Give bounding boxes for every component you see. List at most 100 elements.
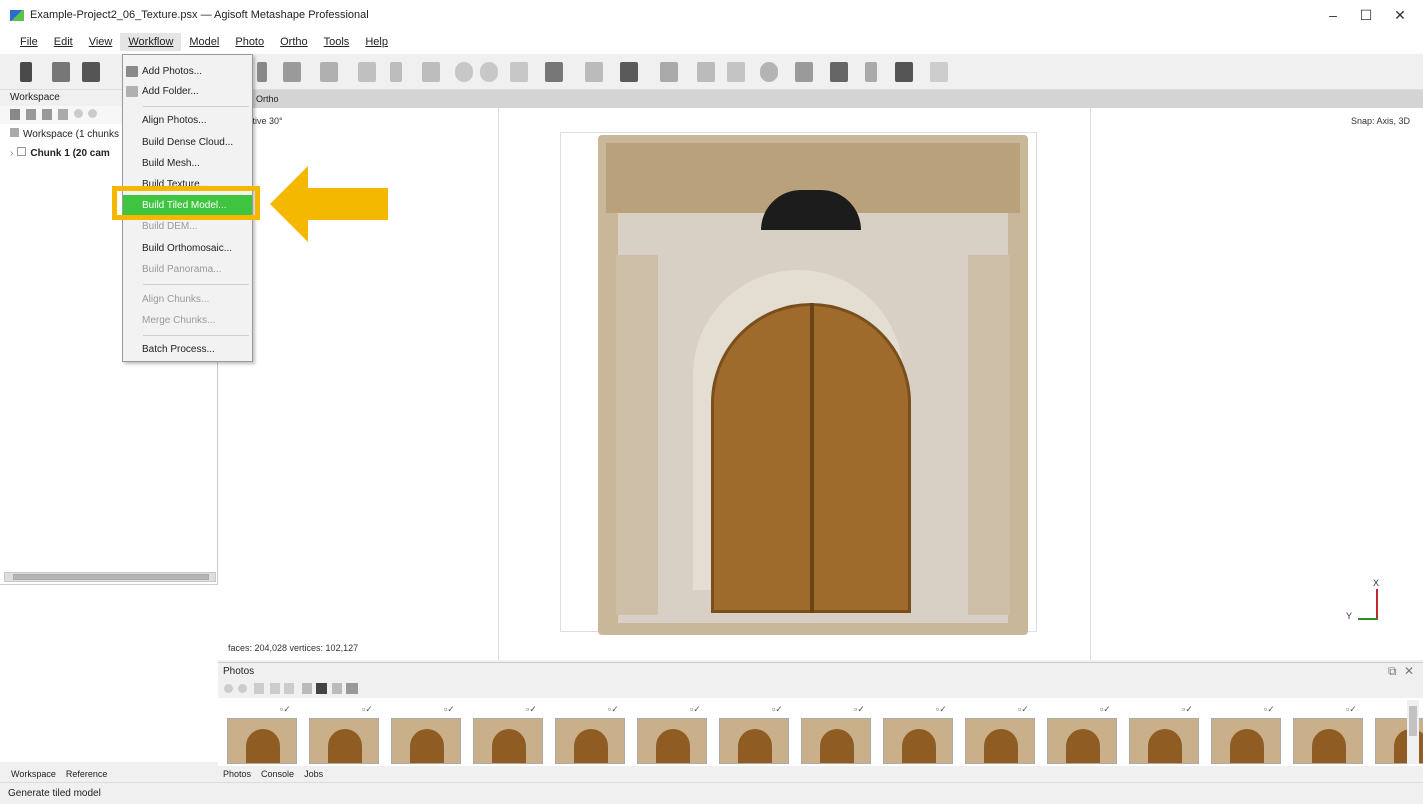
menu-item-build-orthomosaic[interactable]: Build Orthomosaic... xyxy=(123,238,252,259)
menu-tools[interactable]: Tools xyxy=(316,33,358,51)
photo-thumbnail[interactable] xyxy=(309,718,379,764)
menu-item-build-mesh[interactable]: Build Mesh... xyxy=(123,153,252,174)
photo-thumbnail[interactable] xyxy=(227,718,297,764)
model-view[interactable]: ctive 30° Snap: Axis, 3D faces: 204,028 … xyxy=(218,108,1423,660)
add-scalebar-icon[interactable] xyxy=(58,109,68,120)
enable-icon[interactable] xyxy=(74,109,83,118)
menu-item-add-photos[interactable]: Add Photos... xyxy=(123,61,252,82)
menu-photo[interactable]: Photo xyxy=(227,33,272,51)
photo-thumbnail[interactable] xyxy=(883,718,953,764)
move-region-icon[interactable] xyxy=(510,62,528,82)
model-view-icon[interactable] xyxy=(257,62,267,82)
show-cameras-icon[interactable] xyxy=(795,62,813,82)
photo-thumbnail[interactable] xyxy=(1047,718,1117,764)
zoom-out-icon[interactable] xyxy=(480,62,498,82)
disable-camera-icon[interactable] xyxy=(238,684,247,693)
right-pillar xyxy=(968,255,1010,615)
menu-ortho[interactable]: Ortho xyxy=(272,33,316,51)
rotate-left-icon[interactable] xyxy=(270,683,280,694)
aligned-check-icon: ▫✓ xyxy=(854,704,865,714)
photo-thumbnail[interactable] xyxy=(637,718,707,764)
menu-edit[interactable]: Edit xyxy=(46,33,81,51)
zoom-in-icon[interactable] xyxy=(455,62,473,82)
tab-reference[interactable]: Reference xyxy=(61,769,113,779)
menu-item-add-folder[interactable]: Add Folder... xyxy=(123,81,252,102)
textured-model-icon[interactable] xyxy=(727,62,745,82)
expand-arrow-icon[interactable]: › xyxy=(10,148,13,159)
filter-cameras-icon[interactable] xyxy=(302,683,312,694)
save-icon[interactable] xyxy=(82,62,100,82)
menu-model[interactable]: Model xyxy=(181,33,227,51)
menu-file[interactable]: File xyxy=(12,33,46,51)
photo-thumbnail[interactable] xyxy=(965,718,1035,764)
tiled-model-icon[interactable] xyxy=(760,62,778,82)
photo-thumbnail[interactable] xyxy=(555,718,625,764)
wireframe-icon[interactable] xyxy=(697,62,715,82)
chunk-item[interactable]: › Chunk 1 (20 cam xyxy=(10,147,110,159)
undock-icon[interactable]: ⧉ xyxy=(1388,664,1397,679)
view-mode-icon[interactable] xyxy=(316,683,327,694)
dense-cloud-icon[interactable] xyxy=(585,62,603,82)
show-shapes-icon[interactable] xyxy=(830,62,848,82)
aligned-check-icon: ▫✓ xyxy=(1182,704,1193,714)
remove-camera-icon[interactable] xyxy=(254,683,264,694)
show-markers-icon[interactable] xyxy=(865,62,877,82)
door-thumbnail-image xyxy=(1148,729,1182,763)
menu-help[interactable]: Help xyxy=(357,33,396,51)
selection-icon[interactable] xyxy=(320,62,338,82)
add-photos-icon[interactable] xyxy=(26,109,36,120)
photo-thumbnail[interactable] xyxy=(801,718,871,764)
photo-thumbnail[interactable] xyxy=(1211,718,1281,764)
rotate-right-icon[interactable] xyxy=(284,683,294,694)
menu-item-batch-process[interactable]: Batch Process... xyxy=(123,339,252,360)
photo-thumbnail[interactable] xyxy=(1129,718,1199,764)
menu-item-align-photos[interactable]: Align Photos... xyxy=(123,110,252,131)
tab-ortho[interactable]: Ortho xyxy=(248,90,287,108)
photo-thumbnail[interactable] xyxy=(391,718,461,764)
add-chunk-icon[interactable] xyxy=(10,109,20,120)
disable-icon[interactable] xyxy=(88,109,97,118)
tab-workspace[interactable]: Workspace xyxy=(6,769,61,779)
door-3d-model[interactable] xyxy=(598,135,1028,635)
menu-item-build-dense-cloud[interactable]: Build Dense Cloud... xyxy=(123,132,252,153)
show-region-icon[interactable] xyxy=(895,62,913,82)
open-folder-icon[interactable] xyxy=(52,62,70,82)
add-marker-icon[interactable] xyxy=(42,109,52,120)
delete-selection-icon[interactable] xyxy=(390,62,402,82)
tab-console[interactable]: Console xyxy=(256,769,299,779)
photo-thumbnail[interactable] xyxy=(719,718,789,764)
reset-view-icon[interactable] xyxy=(930,62,948,82)
thumbnail-size-icon[interactable] xyxy=(346,683,358,694)
axis-y-label: Y xyxy=(1346,611,1353,621)
door-thumbnail-image xyxy=(246,729,280,763)
tab-photos[interactable]: Photos xyxy=(218,769,256,779)
photo-thumbnail[interactable] xyxy=(473,718,543,764)
enable-camera-icon[interactable] xyxy=(224,684,233,693)
photo-thumbnail[interactable] xyxy=(1293,718,1363,764)
scrollbar-thumb[interactable] xyxy=(1409,706,1417,736)
region-box-edge xyxy=(560,132,1036,133)
menu-item-label: Build Dense Cloud... xyxy=(142,137,234,148)
metashape-logo-icon xyxy=(10,9,24,21)
menu-workflow[interactable]: Workflow xyxy=(120,33,182,51)
menu-separator xyxy=(143,284,249,285)
details-icon[interactable] xyxy=(332,683,342,694)
workspace-horizontal-scrollbar[interactable] xyxy=(4,572,216,582)
properties-pane xyxy=(0,584,218,762)
photos-vertical-scrollbar[interactable] xyxy=(1407,700,1419,764)
navigation-icon[interactable] xyxy=(283,62,301,82)
region-box-edge xyxy=(498,108,499,660)
menu-item-label: Align Photos... xyxy=(142,115,207,126)
ruler-icon[interactable] xyxy=(358,62,376,82)
new-document-icon[interactable] xyxy=(20,62,32,82)
close-button[interactable]: ✕ xyxy=(1380,0,1420,30)
crop-selection-icon[interactable] xyxy=(422,62,440,82)
scrollbar-thumb[interactable] xyxy=(13,574,209,580)
close-pane-icon[interactable]: ✕ xyxy=(1404,664,1414,678)
workspace-root-item[interactable]: Workspace (1 chunks xyxy=(10,128,119,140)
solid-model-icon[interactable] xyxy=(660,62,678,82)
shaded-model-icon[interactable] xyxy=(620,62,638,82)
menu-view[interactable]: View xyxy=(81,33,121,51)
point-cloud-icon[interactable] xyxy=(545,62,563,82)
tab-jobs[interactable]: Jobs xyxy=(299,769,328,779)
